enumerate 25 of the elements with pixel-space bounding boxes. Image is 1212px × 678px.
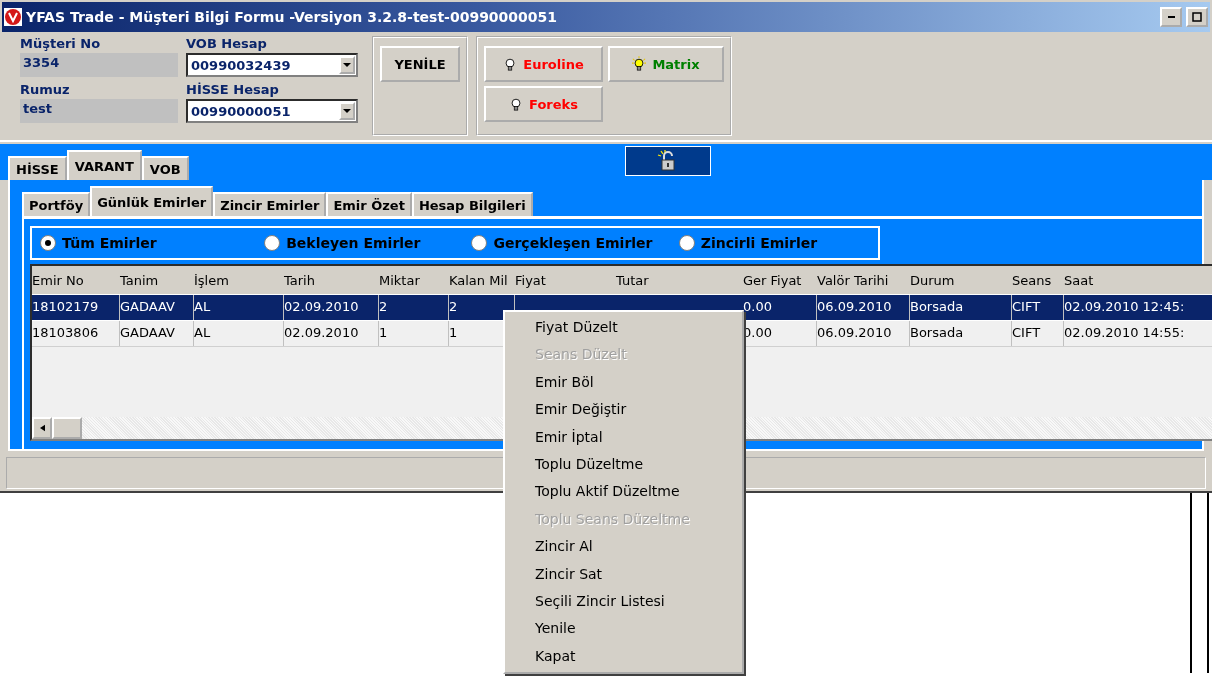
field-label: Müşteri No [20, 36, 102, 53]
table-cell: AL [194, 321, 284, 346]
field-label: VOB Hesap [186, 36, 268, 53]
table-cell: 06.09.2010 [817, 295, 910, 320]
table-cell: CIFT [1012, 295, 1064, 320]
field-label: Rumuz [20, 82, 71, 99]
table-cell: 06.09.2010 [817, 321, 910, 346]
table-cell: GADAAV [120, 295, 194, 320]
table-cell: 1 [379, 321, 449, 346]
table-cell: 18103806 [32, 321, 120, 346]
value-field: 3354 [20, 53, 178, 77]
field-label: HİSSE Hesap [186, 82, 280, 99]
table-cell: 02.09.2010 14:55: [1064, 321, 1212, 346]
window-title: YFAS Trade - Müşteri Bilgi Formu -Versiyon 3.2.8-test-00990000051 [26, 9, 558, 25]
table-cell: AL [194, 295, 284, 320]
table-cell: 02.09.2010 12:45: [1064, 295, 1212, 320]
value-field: test [20, 99, 178, 123]
table-cell: 18102179 [32, 295, 120, 320]
table-cell: 02.09.2010 [284, 321, 379, 346]
table-cell: Borsada [910, 321, 1012, 346]
table-cell: 02.09.2010 [284, 295, 379, 320]
table-cell: 2 [379, 295, 449, 320]
table-cell: CIFT [1012, 321, 1064, 346]
table-cell: GADAAV [120, 321, 194, 346]
table-cell: Borsada [910, 295, 1012, 320]
